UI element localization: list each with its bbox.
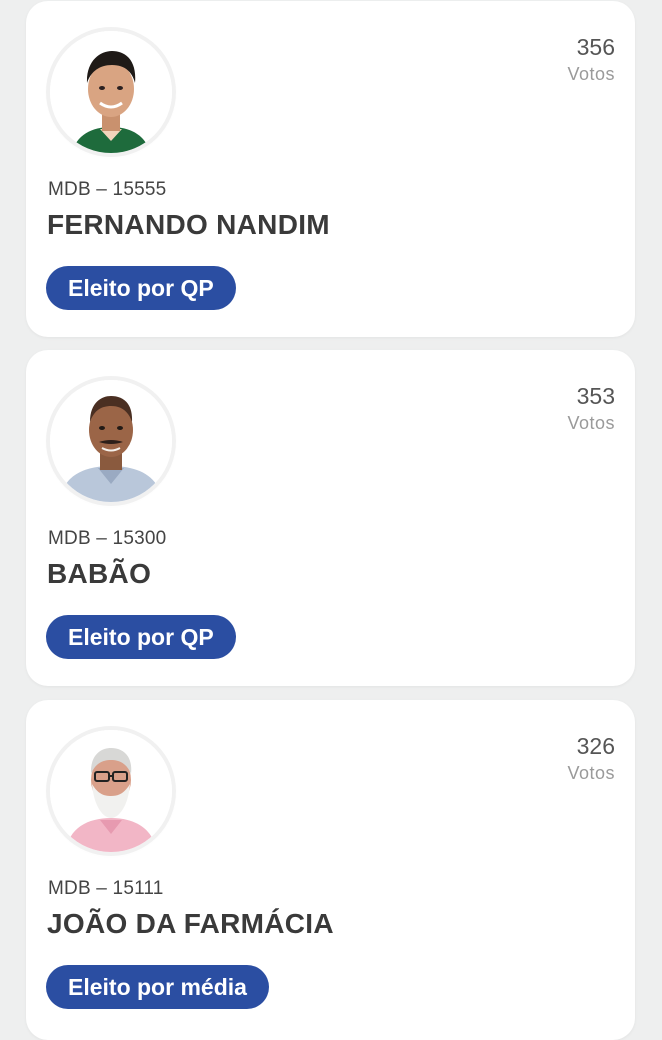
person-photo-icon [50,730,172,852]
votes-label: Votos [567,64,615,84]
avatar [50,31,172,153]
votes-label: Votos [567,763,615,783]
status-badge: Eleito por média [46,965,269,1009]
votes-count: 356 [576,34,615,60]
status-badge: Eleito por QP [46,615,236,659]
candidate-card[interactable]: 356 Votos MDB – 15555 FERNANDO NANDIM El… [26,1,635,337]
avatar [50,730,172,852]
candidate-card[interactable]: 353 Votos MDB – 15300 BABÃO Eleito por Q… [26,350,635,686]
votes-count: 353 [576,383,615,409]
status-badge: Eleito por QP [46,266,236,310]
candidate-name: BABÃO [47,558,152,589]
party-number: MDB – 15300 [48,528,167,549]
person-photo-icon [50,31,172,153]
votes-block: 356 Votos [567,33,615,87]
candidate-name: FERNANDO NANDIM [47,209,330,240]
candidate-name: JOÃO DA FARMÁCIA [47,908,334,939]
votes-label: Votos [567,413,615,433]
votes-count: 326 [576,733,615,759]
party-number: MDB – 15111 [48,878,164,899]
votes-block: 326 Votos [567,732,615,786]
candidate-card[interactable]: 326 Votos MDB – 15111 JOÃO DA FARMÁCIA E… [26,700,635,1040]
party-number: MDB – 15555 [48,179,167,200]
person-photo-icon [50,380,172,502]
votes-block: 353 Votos [567,382,615,436]
avatar [50,380,172,502]
